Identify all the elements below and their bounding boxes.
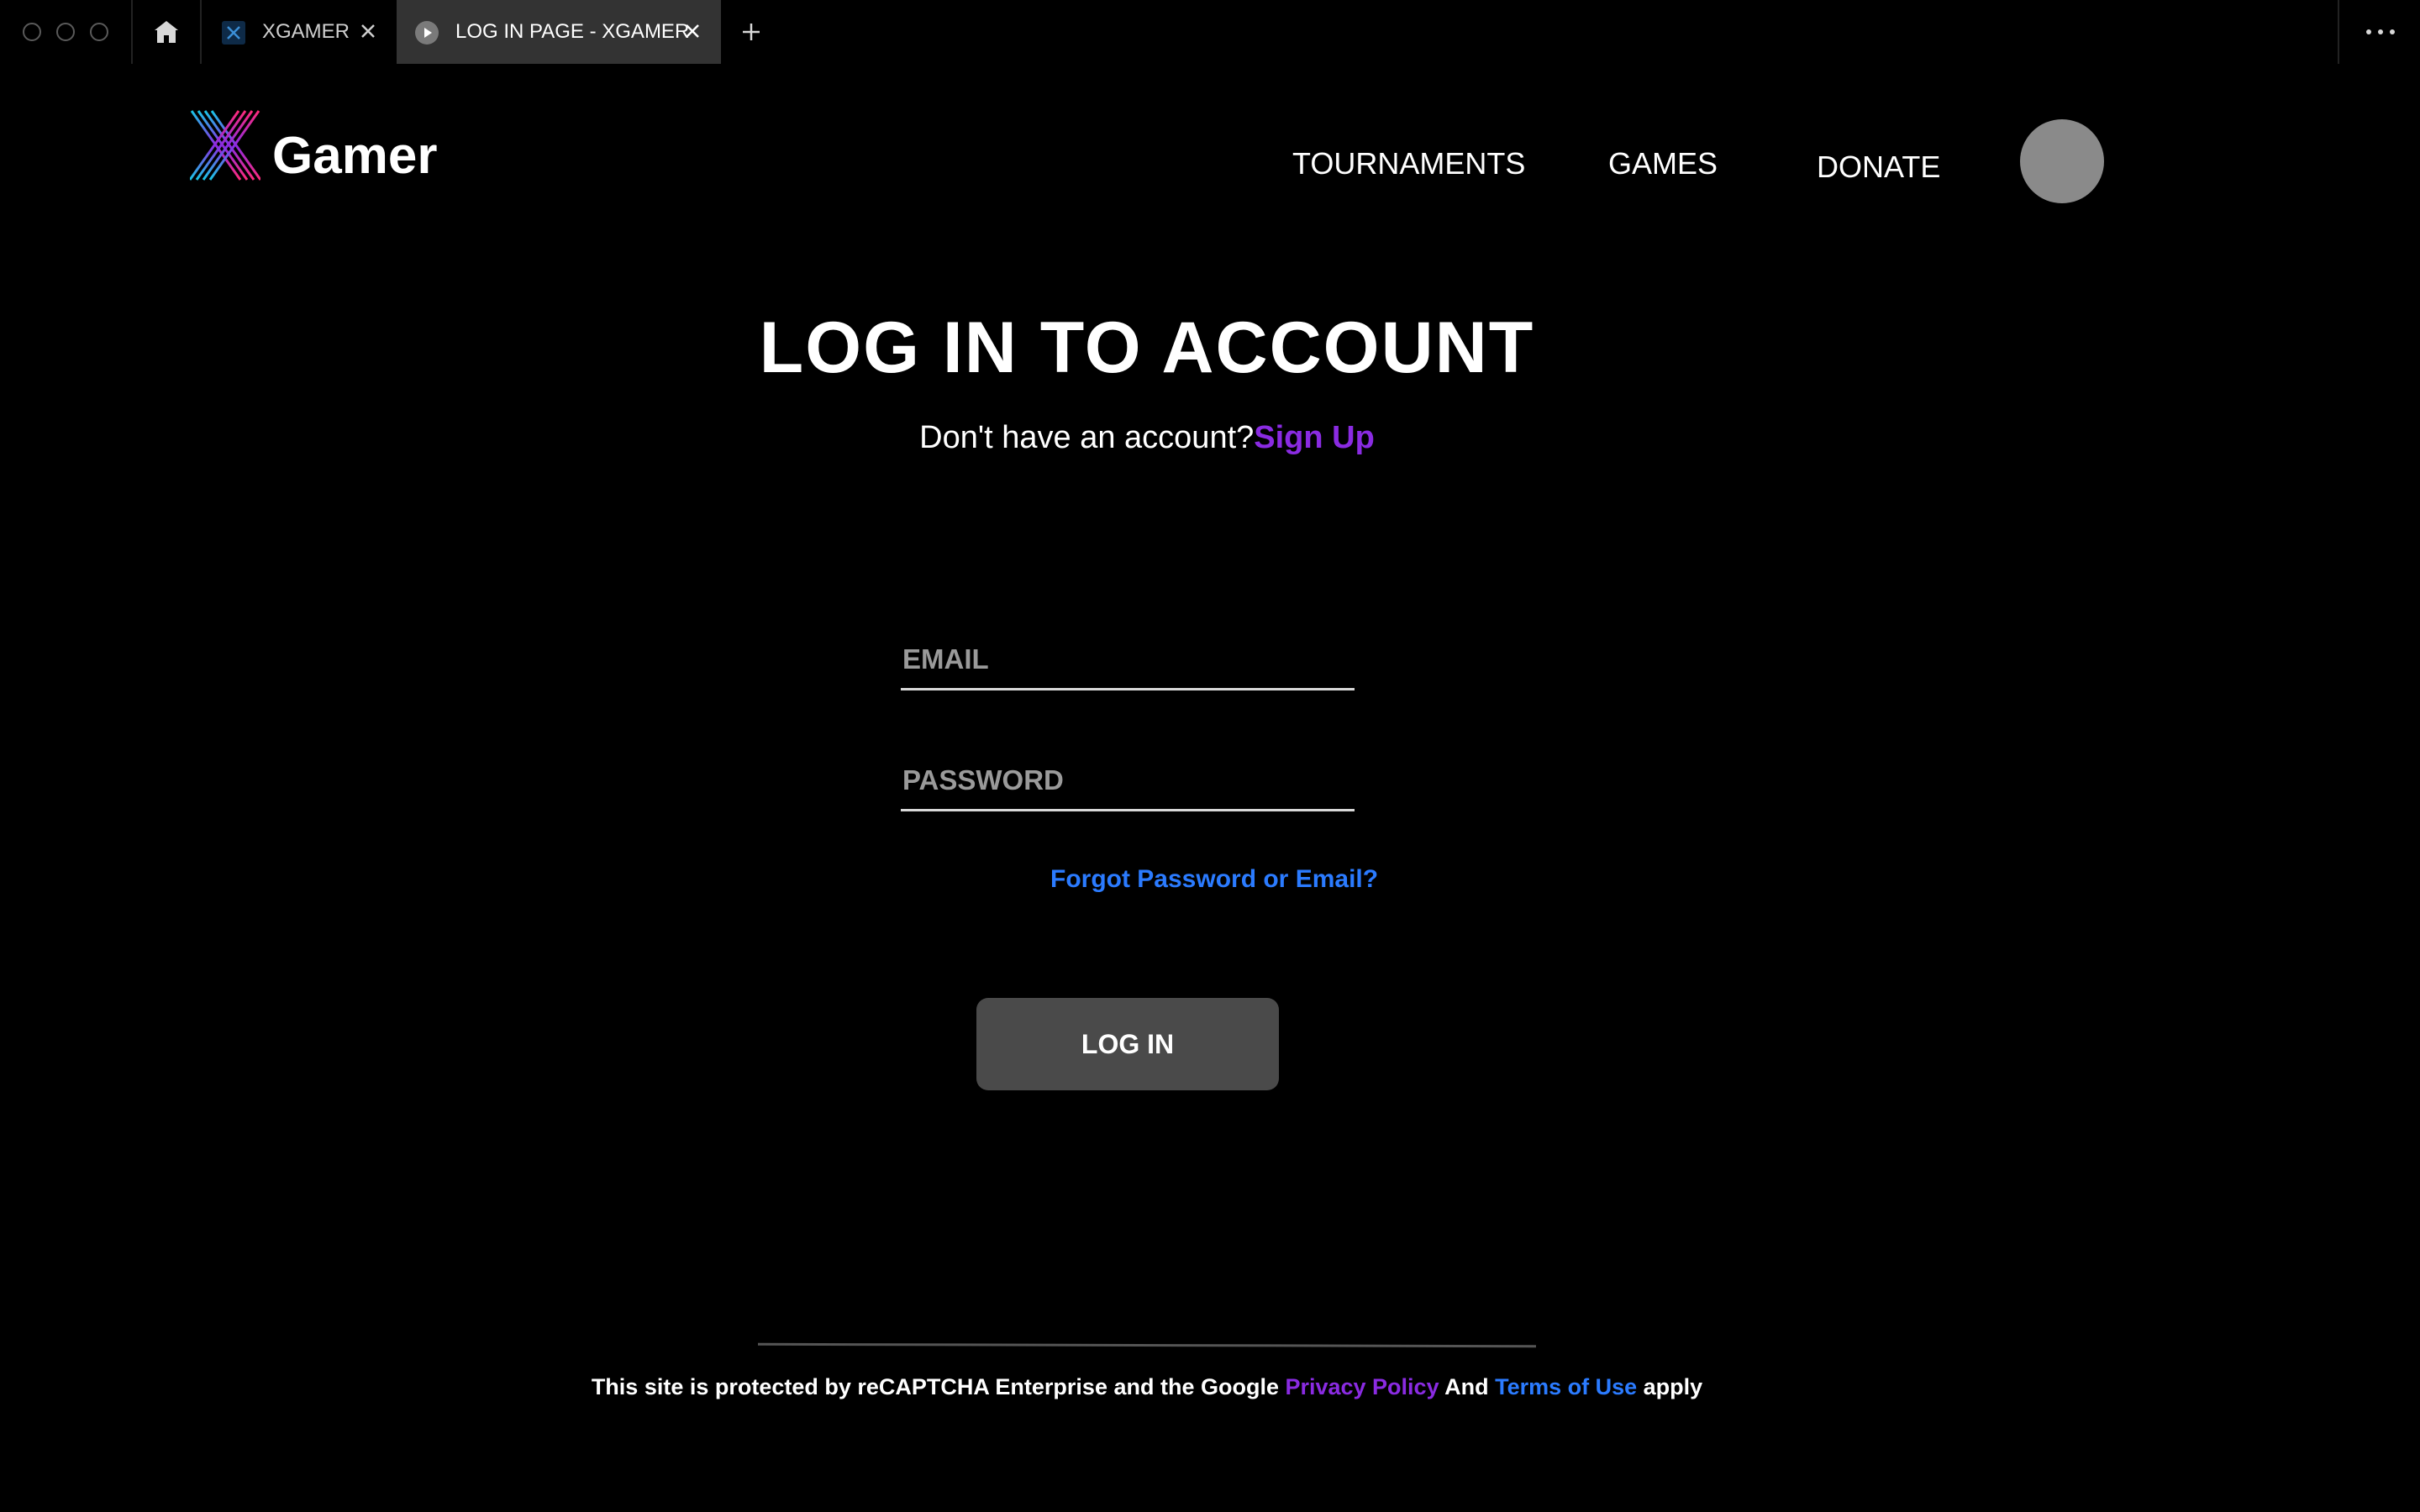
nav-tournaments[interactable]: TOURNAMENTS: [1292, 146, 1525, 181]
email-field-wrapper: [901, 630, 1355, 690]
terms-of-use-link[interactable]: Terms of Use: [1495, 1374, 1637, 1399]
page-title: LOG IN TO ACCOUNT: [759, 307, 1535, 388]
privacy-policy-link[interactable]: Privacy Policy: [1285, 1374, 1439, 1399]
plus-icon[interactable]: [738, 18, 765, 45]
browser-titlebar: XGAMER LOG IN PAGE - XGAMER: [0, 0, 2420, 64]
titlebar-separator: [131, 0, 133, 64]
close-icon[interactable]: [356, 19, 380, 43]
footer-divider: [757, 1342, 1537, 1348]
signup-link[interactable]: Sign Up: [1254, 420, 1375, 455]
close-icon[interactable]: [681, 19, 704, 43]
more-horizontal-icon[interactable]: [2361, 18, 2400, 45]
xgamer-logo-icon: [188, 109, 262, 181]
window-close-dot[interactable]: [23, 23, 41, 41]
logo-text: Gamer: [272, 127, 438, 185]
nav-games[interactable]: GAMES: [1608, 146, 1718, 181]
titlebar-separator: [2338, 0, 2339, 64]
nav-donate[interactable]: DONATE: [1817, 150, 1940, 185]
no-account-text: Don't have an account?: [919, 420, 1255, 455]
app-root: XGAMER LOG IN PAGE - XGAMER Gamer TOURNA…: [0, 0, 2420, 1512]
and-text: And: [1439, 1374, 1496, 1399]
tab-title: XGAMER: [262, 20, 350, 43]
recaptcha-text: This site is protected by reCAPTCHA Ente…: [591, 1374, 1286, 1399]
tab-title: LOG IN PAGE - XGAMER: [455, 20, 690, 43]
tab-login-page[interactable]: LOG IN PAGE - XGAMER: [397, 0, 721, 64]
xgamer-favicon-icon: [222, 21, 245, 45]
forgot-password-link[interactable]: Forgot Password or Email?: [1050, 865, 1378, 894]
apply-text: apply: [1637, 1374, 1703, 1399]
password-field[interactable]: [901, 751, 1355, 811]
window-maximize-dot[interactable]: [90, 23, 108, 41]
site-logo[interactable]: Gamer: [188, 109, 442, 185]
play-favicon-icon: [415, 21, 439, 45]
home-icon[interactable]: [151, 17, 182, 47]
password-field-wrapper: [901, 751, 1355, 811]
signup-prompt: Don't have an account?Sign Up: [0, 420, 2294, 456]
tab-xgamer[interactable]: XGAMER: [202, 0, 395, 64]
window-minimize-dot[interactable]: [56, 23, 75, 41]
recaptcha-notice: This site is protected by reCAPTCHA Ente…: [0, 1374, 2294, 1400]
login-button[interactable]: LOG IN: [976, 998, 1279, 1090]
avatar[interactable]: [2020, 119, 2104, 203]
email-field[interactable]: [901, 630, 1355, 690]
